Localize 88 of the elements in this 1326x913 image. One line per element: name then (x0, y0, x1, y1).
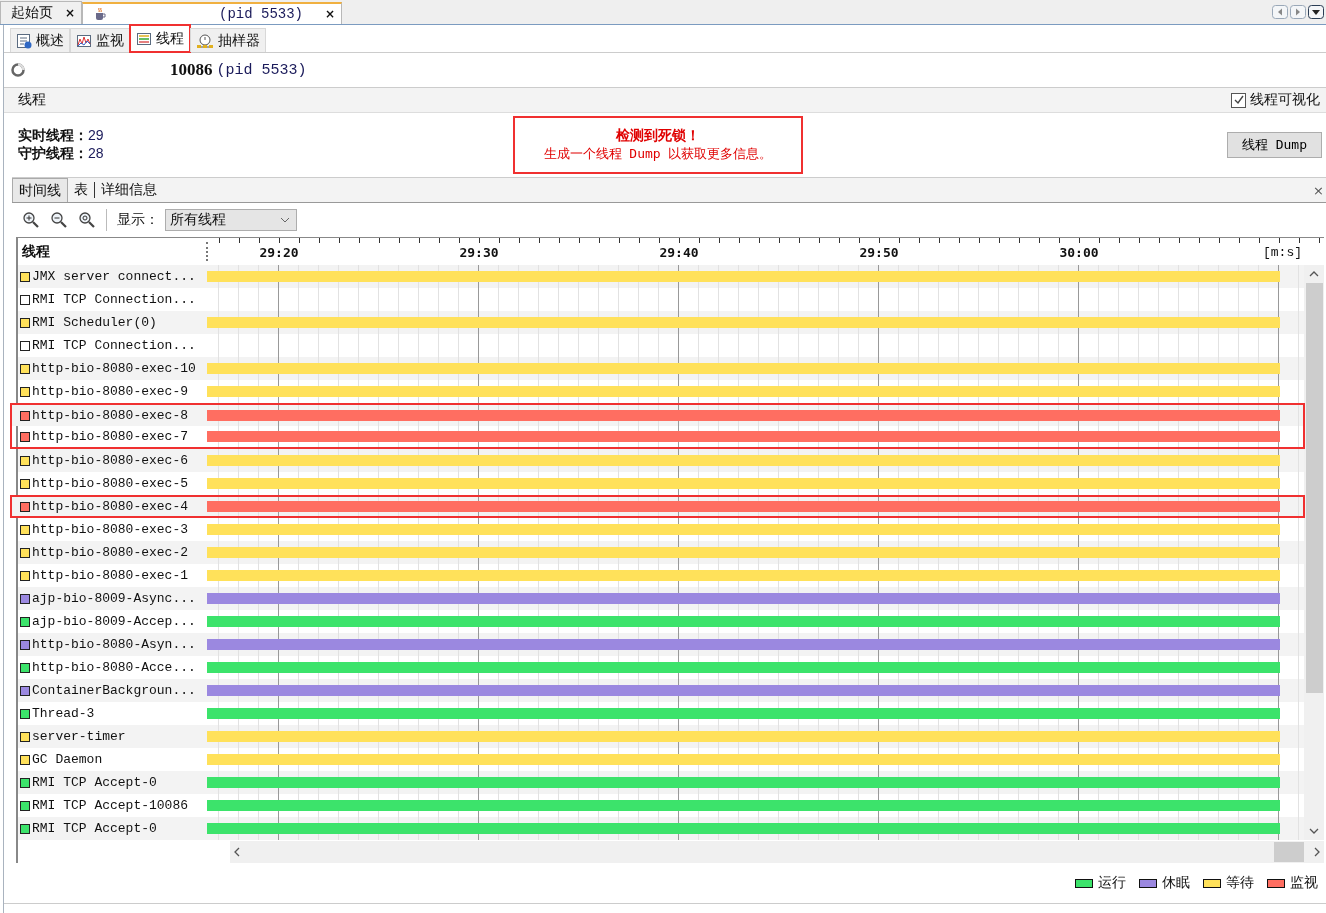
legend-label: 等待 (1226, 874, 1254, 892)
zoom-out-icon[interactable] (50, 211, 68, 229)
thread-dump-button[interactable]: 线程 Dump (1226, 132, 1322, 158)
thread-name[interactable]: RMI TCP Accept-0 (32, 775, 157, 790)
tab-label: 线程 (156, 30, 184, 48)
tab-label: 概述 (36, 31, 64, 50)
process-id: (pid 5533) (216, 61, 307, 79)
thread-name[interactable]: RMI TCP Connection... (32, 292, 196, 307)
thread-name[interactable]: ajp-bio-8009-Async... (32, 591, 196, 606)
vertical-scrollbar[interactable] (1304, 265, 1324, 840)
thread-name[interactable]: http-bio-8080-exec-10 (32, 361, 196, 376)
thread-name[interactable]: http-bio-8080-exec-5 (32, 476, 189, 491)
view-tab[interactable]: 监视 (70, 28, 130, 52)
thread-name[interactable]: GC Daemon (32, 752, 103, 767)
thread-name[interactable]: http-bio-8080-exec-1 (32, 568, 189, 583)
legend-label: 监视 (1290, 874, 1318, 892)
view-tab[interactable]: 表 (68, 178, 94, 202)
tick-label: 29:50 (859, 245, 899, 260)
loading-icon (10, 62, 26, 78)
legend-label: 运行 (1098, 874, 1126, 892)
thread-filter-dropdown[interactable]: 所有线程 (165, 209, 297, 231)
tick-label: 30:00 (1059, 245, 1099, 260)
column-header[interactable]: 线程 (18, 242, 208, 261)
thread-name[interactable]: http-bio-8080-exec-7 (32, 429, 189, 444)
scroll-thumb[interactable] (1305, 283, 1323, 693)
stat-label: 守护线程： (18, 145, 88, 163)
thread-name[interactable]: ajp-bio-8009-Accep... (32, 614, 196, 629)
thread-name[interactable]: ContainerBackgroun... (32, 683, 196, 698)
tab-label: 起始页 (11, 4, 53, 22)
stat-value: 28 (88, 145, 104, 161)
section-title: 线程 (18, 91, 46, 109)
checkbox[interactable] (1231, 92, 1246, 108)
document-tab[interactable]: 起始页 × (0, 1, 83, 24)
scroll-left-icon (234, 847, 240, 857)
zoom-fit-icon[interactable] (78, 211, 96, 229)
tab-label: 监视 (96, 31, 124, 50)
view-tab[interactable]: 时间线 (12, 178, 68, 202)
close-icon[interactable]: × (325, 7, 336, 21)
thread-name[interactable]: http-bio-8080-exec-3 (32, 522, 189, 537)
scroll-thumb[interactable] (1274, 842, 1304, 862)
scroll-left-icon (1272, 5, 1288, 19)
thread-name[interactable]: http-bio-8080-exec-6 (32, 453, 189, 468)
thread-name[interactable]: http-bio-8080-Asyn... (32, 637, 196, 652)
alert-title: 检测到死锁！ (616, 127, 700, 145)
close-icon[interactable]: × (1313, 182, 1324, 198)
thread-name[interactable]: http-bio-8080-exec-8 (32, 408, 189, 423)
thread-name[interactable]: http-bio-8080-exec-2 (32, 545, 189, 560)
close-icon[interactable]: × (65, 6, 76, 20)
tick-label: 29:20 (259, 245, 299, 260)
thread-name[interactable]: JMX server connect... (32, 269, 196, 284)
tick-label: 29:30 (459, 245, 499, 260)
scroll-right-icon (1290, 5, 1306, 19)
stat-value: 29 (88, 127, 104, 143)
tab-label: (pid 5533) (219, 6, 303, 22)
stopwatch-icon (196, 32, 214, 49)
scroll-right-icon (1314, 847, 1320, 857)
zoom-in-icon[interactable] (22, 211, 40, 229)
horizontal-scrollbar[interactable] (230, 841, 1324, 863)
alert-message: 生成一个线程 Dump 以获取更多信息。 (543, 145, 773, 163)
thread-name[interactable]: http-bio-8080-Acce... (32, 660, 196, 675)
view-tab[interactable]: 线程 (130, 25, 190, 52)
thread-name[interactable]: RMI TCP Connection... (32, 338, 196, 353)
filter-label: 显示： (117, 211, 159, 229)
view-tab[interactable]: 抽样器 (190, 28, 266, 52)
legend-label: 休眠 (1162, 874, 1190, 892)
tab-label: 抽样器 (218, 31, 260, 50)
view-tab[interactable]: 详细信息 (94, 182, 163, 198)
thread-name[interactable]: RMI TCP Accept-0 (32, 821, 157, 836)
document-tab[interactable]: (pid 5533) × (82, 2, 343, 24)
scroll-down-icon (1309, 828, 1319, 834)
chevron-down-icon (280, 217, 290, 223)
thread-name[interactable]: RMI Scheduler(0) (32, 315, 157, 330)
document-info-icon (16, 32, 32, 49)
thread-name[interactable]: http-bio-8080-exec-9 (32, 384, 189, 399)
thread-name[interactable]: server-timer (32, 729, 126, 744)
scroll-up-icon (1309, 271, 1319, 277)
app-name: 10086 (170, 60, 213, 80)
chart-icon (76, 32, 92, 49)
axis-unit: [m:s] (1263, 245, 1302, 260)
visualize-checkbox[interactable]: 线程可视化 (1231, 91, 1320, 109)
thread-list-icon (136, 31, 152, 47)
stat-label: 实时线程： (18, 127, 88, 145)
view-tab[interactable]: 概述 (10, 28, 70, 52)
coffee-cup-icon (93, 7, 108, 21)
thread-name[interactable]: RMI TCP Accept-10086 (32, 798, 189, 813)
tick-label: 29:40 (659, 245, 699, 260)
thread-name[interactable]: Thread-3 (32, 706, 95, 721)
thread-name[interactable]: http-bio-8080-exec-4 (32, 499, 189, 514)
